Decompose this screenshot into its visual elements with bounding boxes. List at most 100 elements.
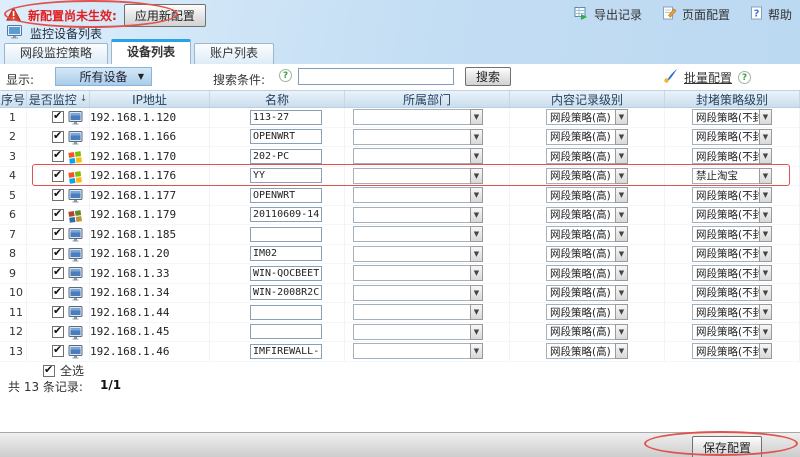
monitor-checkbox[interactable]: ✔ (52, 131, 64, 143)
warning-icon (6, 6, 21, 25)
content-level-select[interactable]: 网段策略(高) ▼ (546, 109, 628, 125)
monitor-checkbox[interactable]: ✔ (52, 228, 64, 240)
monitor-checkbox[interactable]: ✔ (52, 345, 64, 357)
content-level-select[interactable]: 网段策略(高) ▼ (546, 324, 628, 340)
department-select[interactable]: ▼ (353, 109, 483, 125)
tab-segment-policy[interactable]: 网段监控策略 (4, 43, 108, 64)
block-level-select[interactable]: 网段策略(不封堵) ▼ (692, 129, 772, 145)
block-level-select[interactable]: 网段策略(不封堵) ▼ (692, 285, 772, 301)
header-name[interactable]: 名称 (210, 91, 345, 107)
monitor-checkbox[interactable]: ✔ (52, 150, 64, 162)
save-config-button[interactable]: 保存配置 (692, 436, 762, 457)
select-all-checkbox[interactable]: ✔ (43, 365, 55, 377)
header-ip[interactable]: IP地址 (90, 91, 210, 107)
department-select[interactable]: ▼ (353, 129, 483, 145)
department-select[interactable]: ▼ (353, 148, 483, 164)
record-count: 共 13 条记录: (8, 378, 83, 395)
chevron-down-icon: ▼ (470, 343, 483, 359)
block-level-select[interactable]: 网段策略(不封堵) ▼ (692, 187, 772, 203)
content-level-select[interactable]: 网段策略(高) ▼ (546, 265, 628, 281)
top-banner: 新配置尚未生效: 应用新配置 导出记录 页面配置 ? 帮助 (0, 0, 800, 64)
block-level-select[interactable]: 禁止淘宝 ▼ (692, 168, 772, 184)
block-level-select[interactable]: 网段策略(不封堵) ▼ (692, 207, 772, 223)
department-select[interactable]: ▼ (353, 304, 483, 320)
content-level-select[interactable]: 网段策略(高) ▼ (546, 285, 628, 301)
ip-address: 192.168.1.46 (90, 345, 169, 358)
device-name-input[interactable] (250, 285, 322, 300)
department-select[interactable]: ▼ (353, 285, 483, 301)
device-name-input[interactable] (250, 266, 322, 281)
header-department[interactable]: 所属部门 (345, 91, 510, 107)
monitor-checkbox[interactable]: ✔ (52, 326, 64, 338)
department-select[interactable]: ▼ (353, 343, 483, 359)
tab-account-list[interactable]: 账户列表 (194, 43, 274, 64)
department-select[interactable]: ▼ (353, 265, 483, 281)
device-name-input[interactable] (250, 149, 322, 164)
content-level-select[interactable]: 网段策略(高) ▼ (546, 187, 628, 203)
department-select[interactable]: ▼ (353, 168, 483, 184)
batch-config-link[interactable]: 批量配置 (684, 69, 732, 86)
device-filter-select[interactable]: 所有设备 ▼ (55, 67, 152, 86)
device-name-input[interactable] (250, 129, 322, 144)
block-level-select[interactable]: 网段策略(不封堵) ▼ (692, 246, 772, 262)
content-level-select[interactable]: 网段策略(高) ▼ (546, 129, 628, 145)
device-name-input[interactable] (250, 207, 322, 222)
device-name-input[interactable] (250, 168, 322, 183)
content-level-select[interactable]: 网段策略(高) ▼ (546, 148, 628, 164)
tab-bar: 网段监控策略 设备列表 账户列表 (4, 39, 277, 64)
department-select[interactable]: ▼ (353, 226, 483, 242)
block-level-select[interactable]: 网段策略(不封堵) ▼ (692, 343, 772, 359)
monitor-checkbox[interactable]: ✔ (52, 248, 64, 260)
search-condition-label: 搜索条件: (213, 71, 265, 88)
block-level-select[interactable]: 网段策略(不封堵) ▼ (692, 265, 772, 281)
device-name-input[interactable] (250, 344, 322, 359)
chevron-down-icon: ▼ (759, 207, 772, 223)
ip-address: 192.168.1.185 (90, 228, 176, 241)
tab-device-list[interactable]: 设备列表 (111, 39, 191, 64)
block-level-select[interactable]: 网段策略(不封堵) ▼ (692, 109, 772, 125)
question-icon[interactable]: ? (279, 69, 292, 82)
apply-config-button[interactable]: 应用新配置 (124, 4, 206, 27)
device-name-input[interactable] (250, 324, 322, 339)
help-link[interactable]: ? 帮助 (750, 6, 792, 23)
department-select[interactable]: ▼ (353, 207, 483, 223)
device-name-input[interactable] (250, 188, 322, 203)
content-level-select[interactable]: 网段策略(高) ▼ (546, 207, 628, 223)
table-row: 5 ✔ 192.168.1.177 ▼ 网段策略(高) ▼ 网段策略(不封堵) … (0, 186, 800, 206)
content-level-select[interactable]: 网段策略(高) ▼ (546, 168, 628, 184)
monitor-checkbox[interactable]: ✔ (52, 111, 64, 123)
header-block-level[interactable]: 封堵策略级别 (665, 91, 800, 107)
content-level-select[interactable]: 网段策略(高) ▼ (546, 304, 628, 320)
department-select[interactable]: ▼ (353, 187, 483, 203)
monitor-checkbox[interactable]: ✔ (52, 170, 64, 182)
department-select[interactable]: ▼ (353, 246, 483, 262)
device-name-input[interactable] (250, 110, 322, 125)
header-index[interactable]: 序号 (0, 91, 27, 107)
monitor-checkbox[interactable]: ✔ (52, 209, 64, 221)
header-content-level[interactable]: 内容记录级别 (510, 91, 665, 107)
chevron-down-icon: ▼ (615, 109, 628, 125)
top-links: 导出记录 页面配置 ? 帮助 (574, 6, 792, 23)
device-name-input[interactable] (250, 227, 322, 242)
content-level-select[interactable]: 网段策略(高) ▼ (546, 343, 628, 359)
monitor-checkbox[interactable]: ✔ (52, 306, 64, 318)
monitor-checkbox[interactable]: ✔ (52, 267, 64, 279)
search-input[interactable] (298, 68, 454, 85)
monitor-checkbox[interactable]: ✔ (52, 189, 64, 201)
block-level-select[interactable]: 网段策略(不封堵) ▼ (692, 226, 772, 242)
question-icon[interactable]: ? (738, 71, 751, 84)
header-monitored[interactable]: 是否监控 ↓ (27, 91, 90, 107)
device-name-input[interactable] (250, 305, 322, 320)
export-records-link[interactable]: 导出记录 (574, 6, 642, 23)
block-level-select[interactable]: 网段策略(不封堵) ▼ (692, 324, 772, 340)
page-config-link[interactable]: 页面配置 (662, 6, 730, 23)
chevron-down-icon: ▼ (470, 207, 483, 223)
block-level-select[interactable]: 网段策略(不封堵) ▼ (692, 148, 772, 164)
department-select[interactable]: ▼ (353, 324, 483, 340)
content-level-select[interactable]: 网段策略(高) ▼ (546, 226, 628, 242)
block-level-select[interactable]: 网段策略(不封堵) ▼ (692, 304, 772, 320)
content-level-select[interactable]: 网段策略(高) ▼ (546, 246, 628, 262)
monitor-checkbox[interactable]: ✔ (52, 287, 64, 299)
search-button[interactable]: 搜索 (465, 67, 511, 86)
device-name-input[interactable] (250, 246, 322, 261)
